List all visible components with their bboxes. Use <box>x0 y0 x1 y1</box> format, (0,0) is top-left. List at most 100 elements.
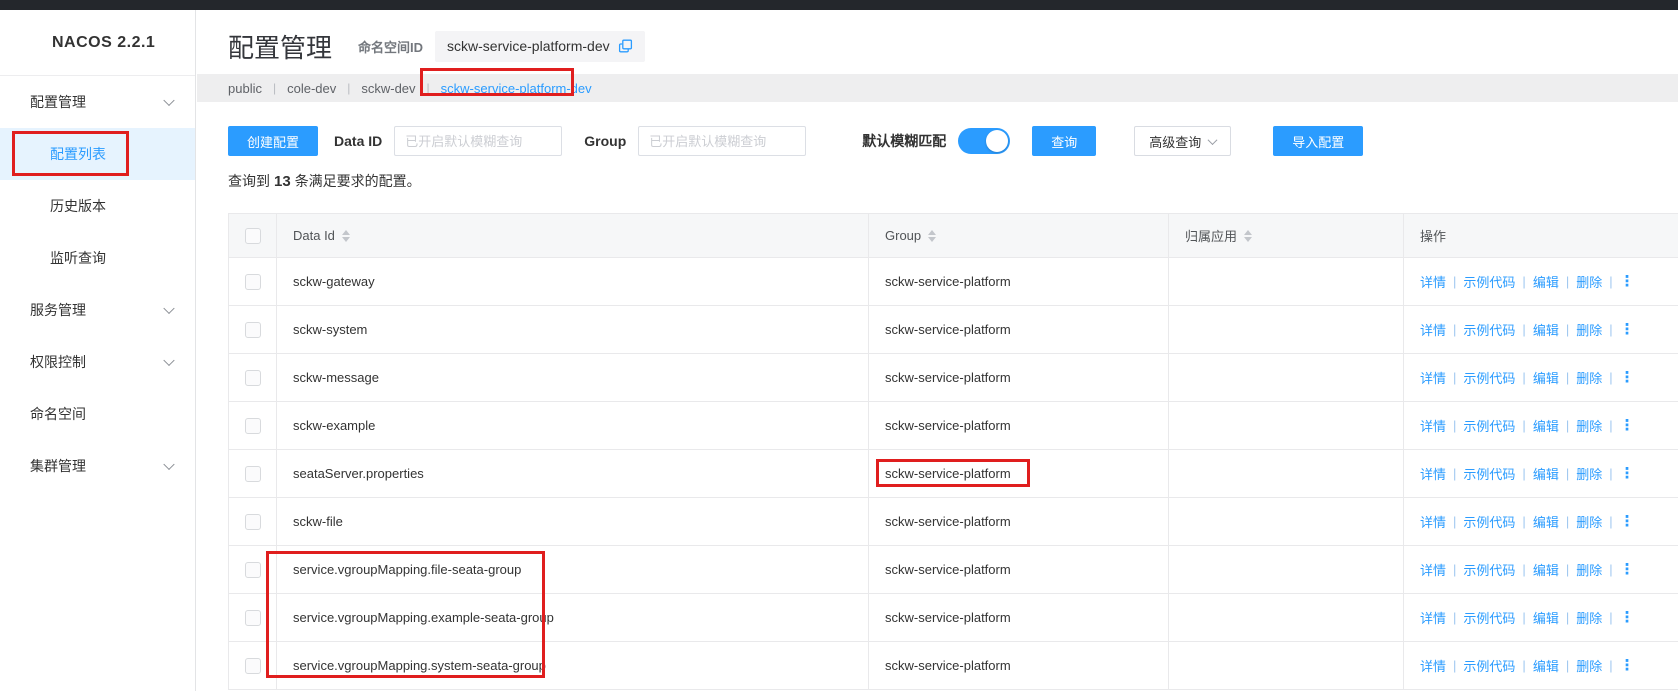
more-actions-icon[interactable]: ⋮ <box>1620 274 1635 289</box>
detail-link[interactable]: 详情 <box>1420 560 1446 579</box>
sample-code-link[interactable]: 示例代码 <box>1463 512 1515 531</box>
edit-link[interactable]: 编辑 <box>1533 416 1559 435</box>
app-cell <box>1169 402 1404 450</box>
table-row: sckw-example sckw-service-platform 详情|示例… <box>229 402 1678 450</box>
sidebar-item[interactable]: 配置管理 <box>0 76 195 128</box>
actions-cell: 详情|示例代码|编辑|删除|⋮ <box>1404 594 1678 642</box>
sidebar-item[interactable]: 服务管理 <box>0 284 195 336</box>
sidebar-item[interactable]: 集群管理 <box>0 440 195 492</box>
search-button[interactable]: 查询 <box>1032 126 1096 156</box>
result-prefix: 查询到 <box>228 173 270 189</box>
detail-link[interactable]: 详情 <box>1420 416 1446 435</box>
more-actions-icon[interactable]: ⋮ <box>1620 658 1635 673</box>
more-actions-icon[interactable]: ⋮ <box>1620 562 1635 577</box>
group-label: Group <box>584 133 626 149</box>
delete-link[interactable]: 删除 <box>1576 560 1602 579</box>
edit-link[interactable]: 编辑 <box>1533 464 1559 483</box>
detail-link[interactable]: 详情 <box>1420 512 1446 531</box>
row-checkbox[interactable] <box>245 322 261 338</box>
table-column-header[interactable]: Data Id <box>277 214 869 258</box>
create-config-button[interactable]: 创建配置 <box>228 126 318 156</box>
delete-link[interactable]: 删除 <box>1576 416 1602 435</box>
sort-icon[interactable] <box>342 230 350 242</box>
advanced-search-button[interactable]: 高级查询 <box>1134 126 1231 156</box>
namespace-tab[interactable]: sckw-service-platform-dev <box>441 81 592 96</box>
action-separator: | <box>1609 370 1612 385</box>
edit-link[interactable]: 编辑 <box>1533 608 1559 627</box>
row-checkbox[interactable] <box>245 514 261 530</box>
row-checkbox[interactable] <box>245 562 261 578</box>
sample-code-link[interactable]: 示例代码 <box>1463 368 1515 387</box>
delete-link[interactable]: 删除 <box>1576 608 1602 627</box>
sort-icon[interactable] <box>1244 230 1252 242</box>
sidebar-item[interactable]: 监听查询 <box>0 232 195 284</box>
sidebar-item[interactable]: 配置列表 <box>0 128 195 180</box>
group-cell: sckw-service-platform <box>869 354 1169 402</box>
sample-code-link[interactable]: 示例代码 <box>1463 464 1515 483</box>
edit-link[interactable]: 编辑 <box>1533 512 1559 531</box>
detail-link[interactable]: 详情 <box>1420 368 1446 387</box>
more-actions-icon[interactable]: ⋮ <box>1620 418 1635 433</box>
group-input[interactable] <box>638 126 806 156</box>
action-separator: | <box>1566 466 1569 481</box>
delete-link[interactable]: 删除 <box>1576 512 1602 531</box>
delete-link[interactable]: 删除 <box>1576 464 1602 483</box>
delete-link[interactable]: 删除 <box>1576 368 1602 387</box>
sample-code-link[interactable]: 示例代码 <box>1463 608 1515 627</box>
table-column-header[interactable]: 操作 <box>1404 214 1678 258</box>
edit-link[interactable]: 编辑 <box>1533 272 1559 291</box>
detail-link[interactable]: 详情 <box>1420 608 1446 627</box>
sidebar-item[interactable]: 命名空间 <box>0 388 195 440</box>
sidebar-item[interactable]: 权限控制 <box>0 336 195 388</box>
delete-link[interactable]: 删除 <box>1576 272 1602 291</box>
detail-link[interactable]: 详情 <box>1420 320 1446 339</box>
namespace-tab[interactable]: sckw-dev <box>361 81 415 96</box>
action-separator: | <box>1609 322 1612 337</box>
sample-code-link[interactable]: 示例代码 <box>1463 416 1515 435</box>
row-checkbox[interactable] <box>245 274 261 290</box>
edit-link[interactable]: 编辑 <box>1533 320 1559 339</box>
fuzzy-match-toggle[interactable] <box>958 128 1010 154</box>
table-column-header[interactable]: 归属应用 <box>1169 214 1404 258</box>
sample-code-link[interactable]: 示例代码 <box>1463 560 1515 579</box>
namespace-tab[interactable]: public <box>228 81 262 96</box>
data-id-input[interactable] <box>394 126 562 156</box>
more-actions-icon[interactable]: ⋮ <box>1620 514 1635 529</box>
sample-code-link[interactable]: 示例代码 <box>1463 656 1515 675</box>
detail-link[interactable]: 详情 <box>1420 656 1446 675</box>
edit-link[interactable]: 编辑 <box>1533 368 1559 387</box>
row-checkbox[interactable] <box>245 658 261 674</box>
group-cell: sckw-service-platform <box>869 258 1169 306</box>
sample-code-link[interactable]: 示例代码 <box>1463 320 1515 339</box>
sample-code-link[interactable]: 示例代码 <box>1463 272 1515 291</box>
sort-icon[interactable] <box>928 230 936 242</box>
more-actions-icon[interactable]: ⋮ <box>1620 322 1635 337</box>
row-checkbox[interactable] <box>245 370 261 386</box>
delete-link[interactable]: 删除 <box>1576 320 1602 339</box>
row-checkbox[interactable] <box>245 466 261 482</box>
main-content: 配置管理 命名空间ID sckw-service-platform-dev pu… <box>197 10 1678 691</box>
table-row: service.vgroupMapping.example-seata-grou… <box>229 594 1678 642</box>
more-actions-icon[interactable]: ⋮ <box>1620 370 1635 385</box>
edit-link[interactable]: 编辑 <box>1533 656 1559 675</box>
table-column-header[interactable]: Group <box>869 214 1169 258</box>
group-text: sckw-service-platform <box>885 610 1011 625</box>
select-all-checkbox[interactable] <box>245 228 261 244</box>
detail-link[interactable]: 详情 <box>1420 272 1446 291</box>
more-actions-icon[interactable]: ⋮ <box>1620 466 1635 481</box>
group-cell: sckw-service-platform <box>869 306 1169 354</box>
toolbar: 创建配置 Data ID Group 默认模糊匹配 查询 高级查询 导入配置 <box>228 126 1678 156</box>
sidebar-item[interactable]: 历史版本 <box>0 180 195 232</box>
app-cell <box>1169 546 1404 594</box>
copy-icon[interactable] <box>618 39 633 54</box>
column-label: Data Id <box>293 228 335 243</box>
row-checkbox[interactable] <box>245 418 261 434</box>
detail-link[interactable]: 详情 <box>1420 464 1446 483</box>
actions-cell: 详情|示例代码|编辑|删除|⋮ <box>1404 498 1678 546</box>
import-config-button[interactable]: 导入配置 <box>1273 126 1363 156</box>
more-actions-icon[interactable]: ⋮ <box>1620 610 1635 625</box>
row-checkbox[interactable] <box>245 610 261 626</box>
delete-link[interactable]: 删除 <box>1576 656 1602 675</box>
edit-link[interactable]: 编辑 <box>1533 560 1559 579</box>
namespace-tab[interactable]: cole-dev <box>287 81 336 96</box>
